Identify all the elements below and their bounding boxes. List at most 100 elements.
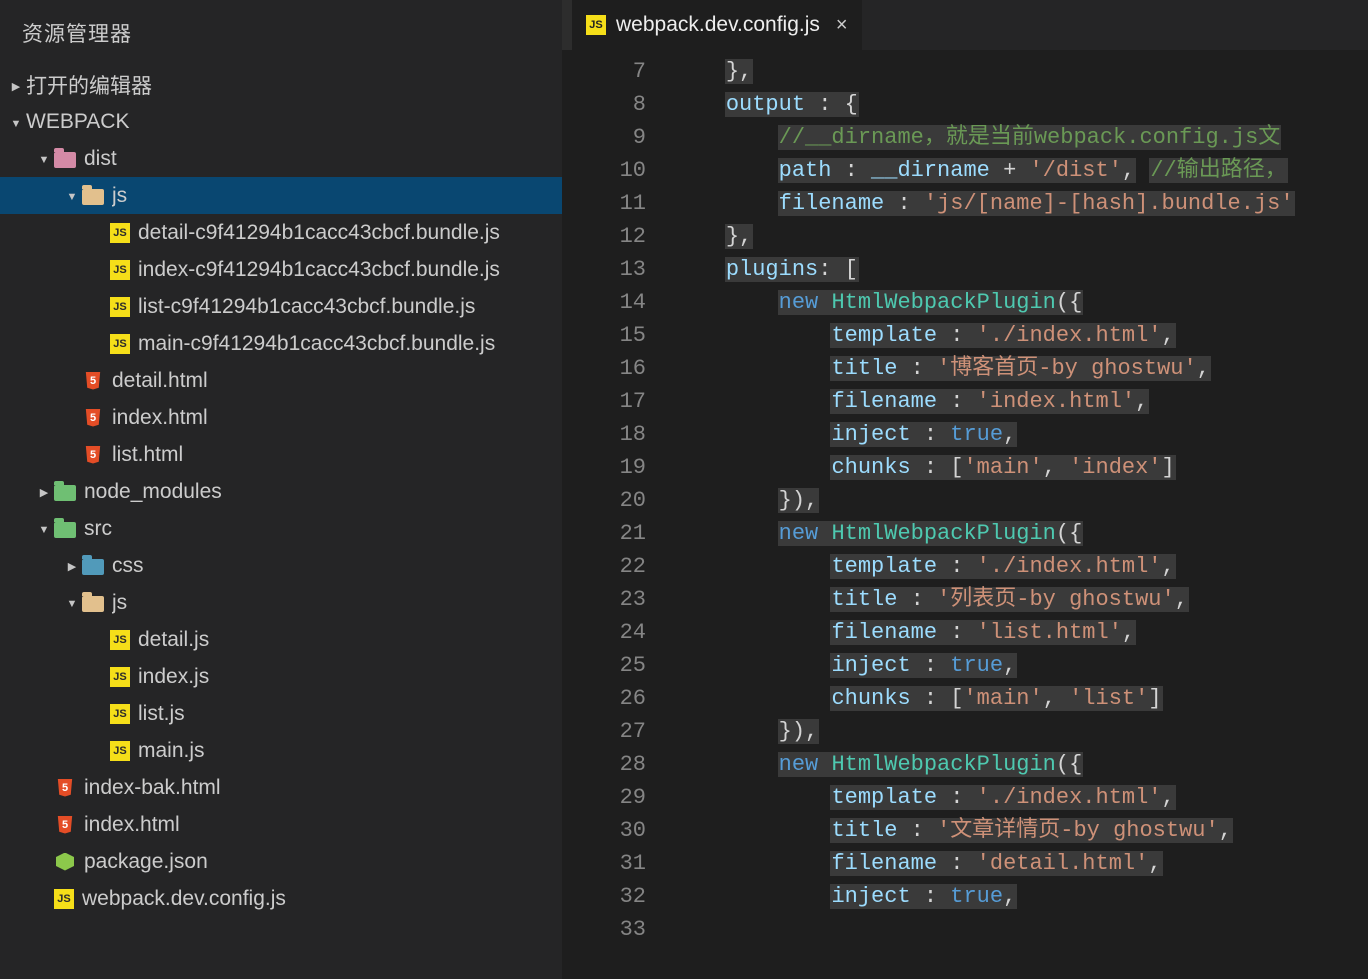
tabs-spacer [562,0,572,50]
tree-item-label: dist [84,147,117,171]
code-line: inject : true, [672,880,1368,913]
tree-item[interactable]: js [0,177,562,214]
js-icon [110,297,130,317]
tree-item[interactable]: main-c9f41294b1cacc43cbcf.bundle.js [0,325,562,362]
line-number: 26 [562,682,646,715]
folder-icon [82,185,104,207]
tree-item[interactable]: dist [0,140,562,177]
tree-item-label: js [112,184,127,208]
folder-icon [54,481,76,503]
code-line: //__dirname，就是当前webpack.config.js文 [672,121,1368,154]
tree-item-label: css [112,554,144,578]
tree-item[interactable]: list.html [0,436,562,473]
tree-item[interactable]: index.html [0,806,562,843]
tree-item-label: src [84,517,112,541]
tree-item[interactable]: main.js [0,732,562,769]
line-number: 33 [562,913,646,946]
tree-item[interactable]: index.js [0,658,562,695]
tree-item[interactable]: js [0,584,562,621]
folder-icon [54,148,76,170]
tree-item-label: package.json [84,850,208,874]
explorer-title-label: 资源管理器 [22,18,132,48]
chevron-down-icon[interactable] [34,151,54,166]
line-number: 15 [562,319,646,352]
line-number: 32 [562,880,646,913]
tree-item[interactable]: src [0,510,562,547]
tree-item-label: node_modules [84,480,222,504]
tree-item-label: main-c9f41294b1cacc43cbcf.bundle.js [138,332,495,356]
line-number: 18 [562,418,646,451]
code-line: template : './index.html', [672,319,1368,352]
tree-item-label: index.js [138,665,209,689]
line-number: 29 [562,781,646,814]
tab-active[interactable]: webpack.dev.config.js × [572,0,862,50]
tree-item[interactable]: node_modules [0,473,562,510]
tree-item-label: list.js [138,702,185,726]
tree-item[interactable]: webpack.dev.config.js [0,880,562,917]
tree-item[interactable]: index.html [0,399,562,436]
code-line: filename : 'index.html', [672,385,1368,418]
line-number: 10 [562,154,646,187]
html-icon [54,777,76,799]
line-number: 27 [562,715,646,748]
line-number: 25 [562,649,646,682]
chevron-down-icon [6,114,26,130]
chevron-right-icon[interactable] [62,558,82,573]
app-root: 资源管理器 打开的编辑器 WEBPACK dist js detail-c9f412… [0,0,1368,979]
chevron-right-icon[interactable] [34,484,54,499]
js-icon [110,334,130,354]
tree-item-label: list-c9f41294b1cacc43cbcf.bundle.js [138,295,475,319]
explorer-title: 资源管理器 [0,0,562,66]
code-line: new HtmlWebpackPlugin({ [672,748,1368,781]
code-line [672,913,1368,946]
open-editors-header[interactable]: 打开的编辑器 [0,66,562,103]
tree-item[interactable]: index-c9f41294b1cacc43cbcf.bundle.js [0,251,562,288]
line-number: 23 [562,583,646,616]
code-line: }, [672,55,1368,88]
tree-item[interactable]: list-c9f41294b1cacc43cbcf.bundle.js [0,288,562,325]
tree-item[interactable]: detail.js [0,621,562,658]
tab-filename: webpack.dev.config.js [616,13,820,37]
tree-item[interactable]: index-bak.html [0,769,562,806]
tree-item-label: detail.html [112,369,208,393]
tree-item[interactable]: detail.html [0,362,562,399]
folder-icon [82,555,104,577]
html-icon [82,370,104,392]
chevron-down-icon[interactable] [34,521,54,536]
file-tree: dist js detail-c9f41294b1cacc43cbcf.bundle… [0,140,562,979]
code-line: filename : 'detail.html', [672,847,1368,880]
tree-item-label: detail-c9f41294b1cacc43cbcf.bundle.js [138,221,500,245]
tree-item-label: index-bak.html [84,776,221,800]
js-icon [586,15,606,35]
tree-item[interactable]: list.js [0,695,562,732]
tree-item-label: index-c9f41294b1cacc43cbcf.bundle.js [138,258,500,282]
line-number: 9 [562,121,646,154]
line-number: 12 [562,220,646,253]
line-number: 17 [562,385,646,418]
code-line: inject : true, [672,418,1368,451]
tree-item[interactable]: package.json [0,843,562,880]
line-number: 7 [562,55,646,88]
line-number: 16 [562,352,646,385]
chevron-down-icon[interactable] [62,188,82,203]
close-icon[interactable]: × [836,14,848,37]
tree-item-label: webpack.dev.config.js [82,887,286,911]
line-number: 20 [562,484,646,517]
tree-item-label: index.html [84,813,180,837]
tree-item[interactable]: detail-c9f41294b1cacc43cbcf.bundle.js [0,214,562,251]
line-number: 11 [562,187,646,220]
chevron-down-icon[interactable] [62,595,82,610]
js-icon [110,704,130,724]
line-number: 14 [562,286,646,319]
line-number: 24 [562,616,646,649]
folder-icon [82,592,104,614]
code-line: chunks : ['main', 'index'] [672,451,1368,484]
line-number: 31 [562,847,646,880]
js-icon [110,223,130,243]
code-line: plugins: [ [672,253,1368,286]
code-content[interactable]: }, output : { //__dirname，就是当前webpack.co… [672,50,1368,979]
line-number: 22 [562,550,646,583]
line-number: 30 [562,814,646,847]
tree-item[interactable]: css [0,547,562,584]
project-header[interactable]: WEBPACK [0,103,562,140]
